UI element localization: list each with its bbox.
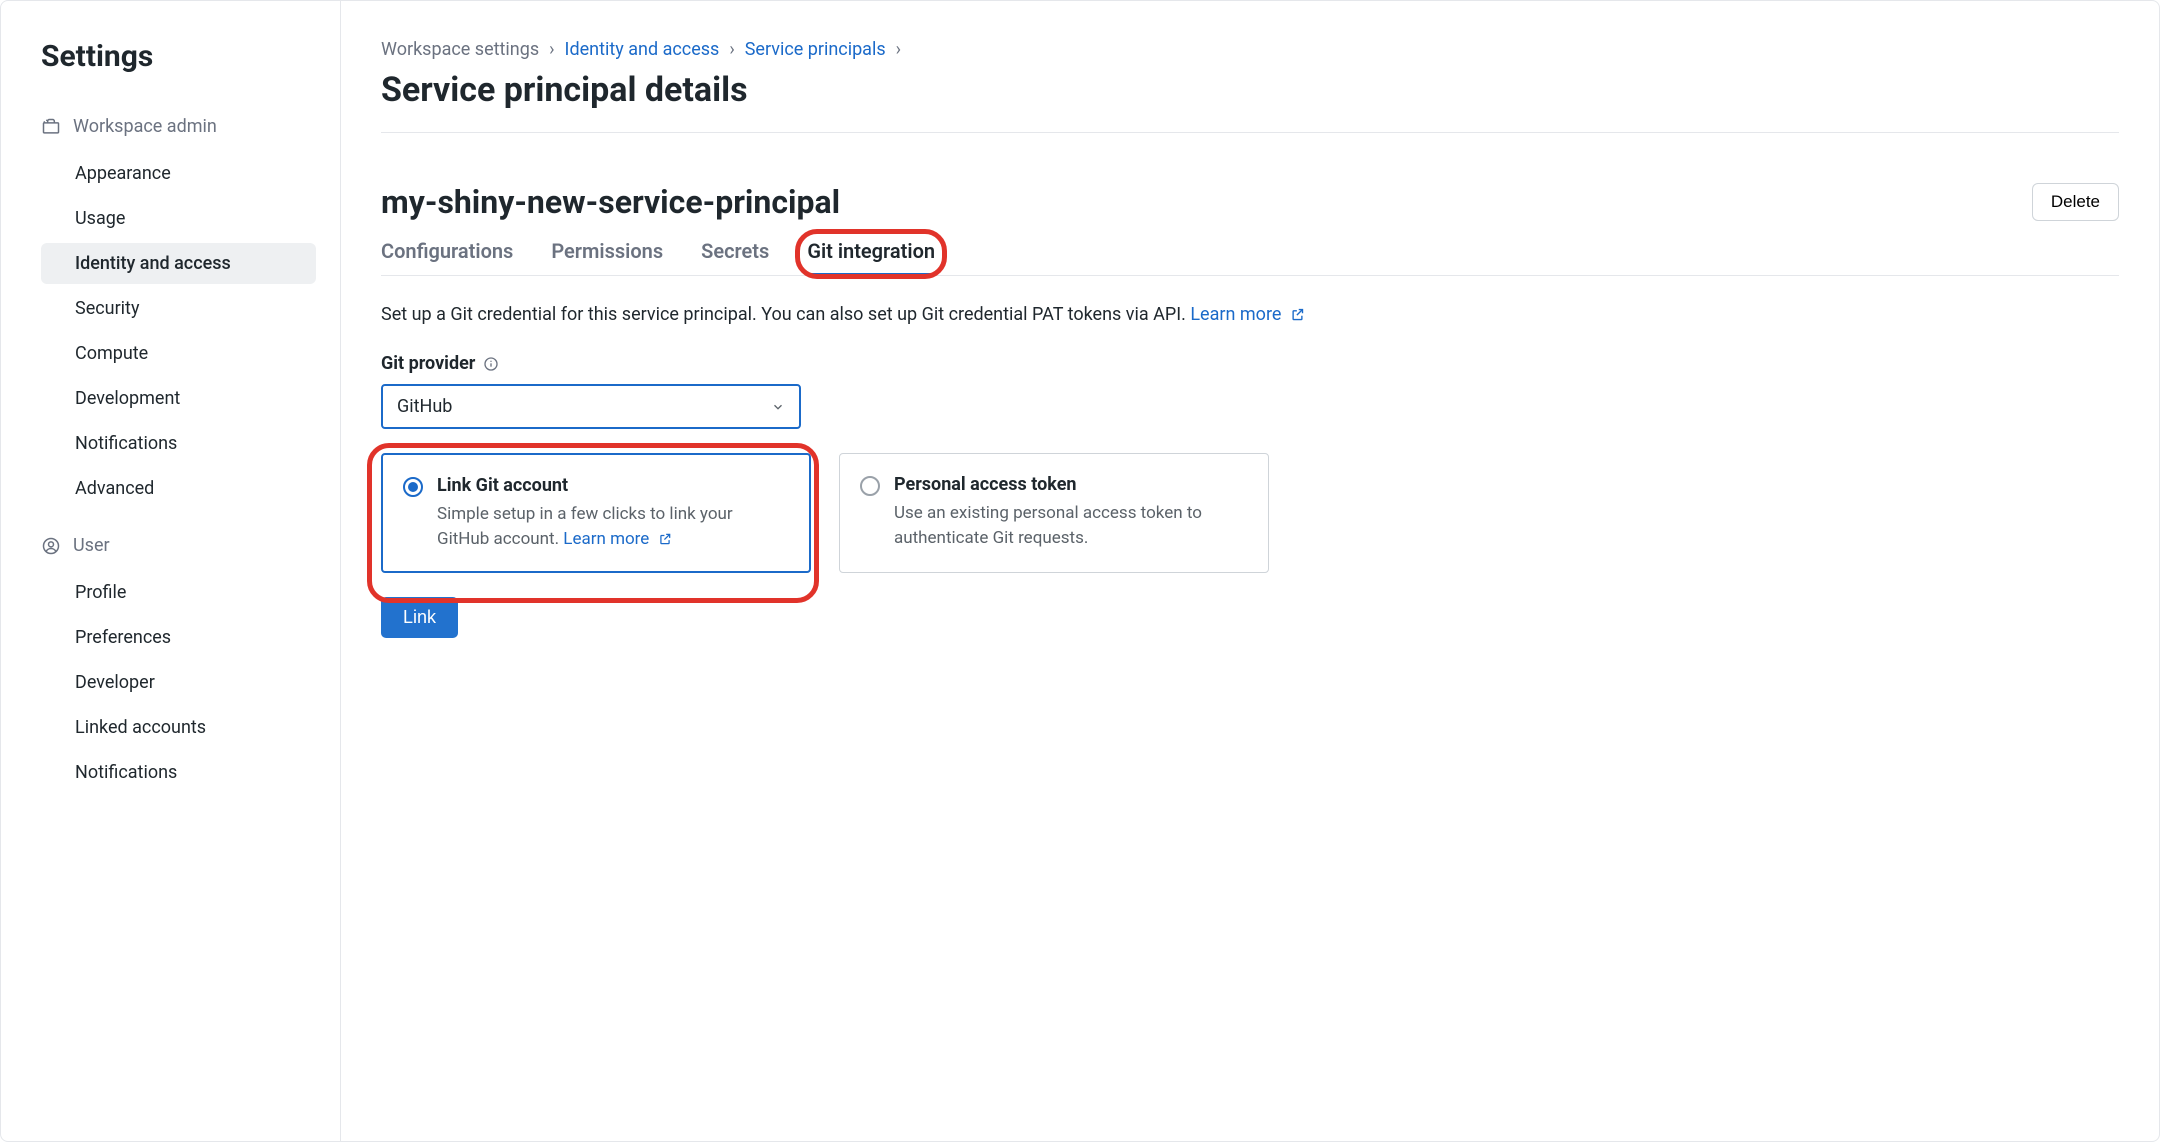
tab-configurations[interactable]: Configurations [381,239,513,275]
learn-more-link[interactable]: Learn more [563,529,671,549]
sidebar-item-preferences[interactable]: Preferences [41,617,316,658]
sidebar-item-security[interactable]: Security [41,288,316,329]
divider [381,132,2119,133]
link-button[interactable]: Link [381,597,458,638]
git-provider-label: Git provider [381,353,2119,374]
breadcrumb-item: Workspace settings [381,39,539,60]
chevron-right-icon: › [896,39,901,60]
sidebar-item-usage[interactable]: Usage [41,198,316,239]
main-content: Workspace settings › Identity and access… [341,1,2159,1141]
sidebar-heading-workspace-admin: Workspace admin [41,110,316,143]
external-link-icon [658,532,672,546]
tab-bar: Configurations Permissions Secrets Git i… [381,239,2119,276]
sidebar-item-development[interactable]: Development [41,378,316,419]
radio-indicator [403,477,423,497]
radio-title: Personal access token [894,474,1246,495]
info-icon [483,356,499,372]
radio-link-git-account[interactable]: Link Git account Simple setup in a few c… [381,453,811,573]
git-auth-options: Link Git account Simple setup in a few c… [381,453,1269,573]
chevron-down-icon [771,400,785,414]
user-icon [41,536,61,556]
sidebar-item-developer[interactable]: Developer [41,662,316,703]
tab-secrets[interactable]: Secrets [701,239,769,275]
radio-indicator [860,476,880,496]
radio-title: Link Git account [437,475,787,496]
breadcrumb: Workspace settings › Identity and access… [381,39,2119,60]
radio-personal-access-token[interactable]: Personal access token Use an existing pe… [839,453,1269,573]
sidebar-heading-label: User [73,535,110,556]
chevron-right-icon: › [549,39,554,60]
sidebar-item-identity-access[interactable]: Identity and access [41,243,316,284]
learn-more-link[interactable]: Learn more [1190,304,1305,325]
sidebar-item-notifications-user[interactable]: Notifications [41,752,316,793]
sidebar-item-compute[interactable]: Compute [41,333,316,374]
sidebar-section-workspace-admin: Workspace admin Appearance Usage Identit… [41,110,316,509]
breadcrumb-link-identity-access[interactable]: Identity and access [565,39,720,60]
sidebar-title: Settings [41,39,316,74]
radio-description: Simple setup in a few clicks to link you… [437,502,787,551]
tab-git-integration[interactable]: Git integration [807,239,935,275]
breadcrumb-link-service-principals[interactable]: Service principals [745,39,886,60]
delete-button[interactable]: Delete [2032,183,2119,221]
git-description: Set up a Git credential for this service… [381,304,2119,325]
sidebar-heading-user: User [41,529,316,562]
sidebar-item-advanced[interactable]: Advanced [41,468,316,509]
chevron-right-icon: › [729,39,734,60]
git-provider-selected-value: GitHub [397,396,452,417]
sidebar-heading-label: Workspace admin [73,116,217,137]
page-title: Service principal details [381,70,2119,110]
tab-permissions[interactable]: Permissions [551,239,663,275]
sidebar-item-notifications-admin[interactable]: Notifications [41,423,316,464]
sidebar-item-linked-accounts[interactable]: Linked accounts [41,707,316,748]
git-provider-select[interactable]: GitHub [381,384,801,429]
entity-name: my-shiny-new-service-principal [381,183,840,221]
radio-description: Use an existing personal access token to… [894,501,1246,550]
settings-sidebar: Settings Workspace admin Appearance Usag… [1,1,341,1141]
sidebar-section-user: User Profile Preferences Developer Linke… [41,529,316,793]
sidebar-item-profile[interactable]: Profile [41,572,316,613]
sidebar-item-appearance[interactable]: Appearance [41,153,316,194]
external-link-icon [1290,307,1305,322]
workspace-admin-icon [41,117,61,137]
